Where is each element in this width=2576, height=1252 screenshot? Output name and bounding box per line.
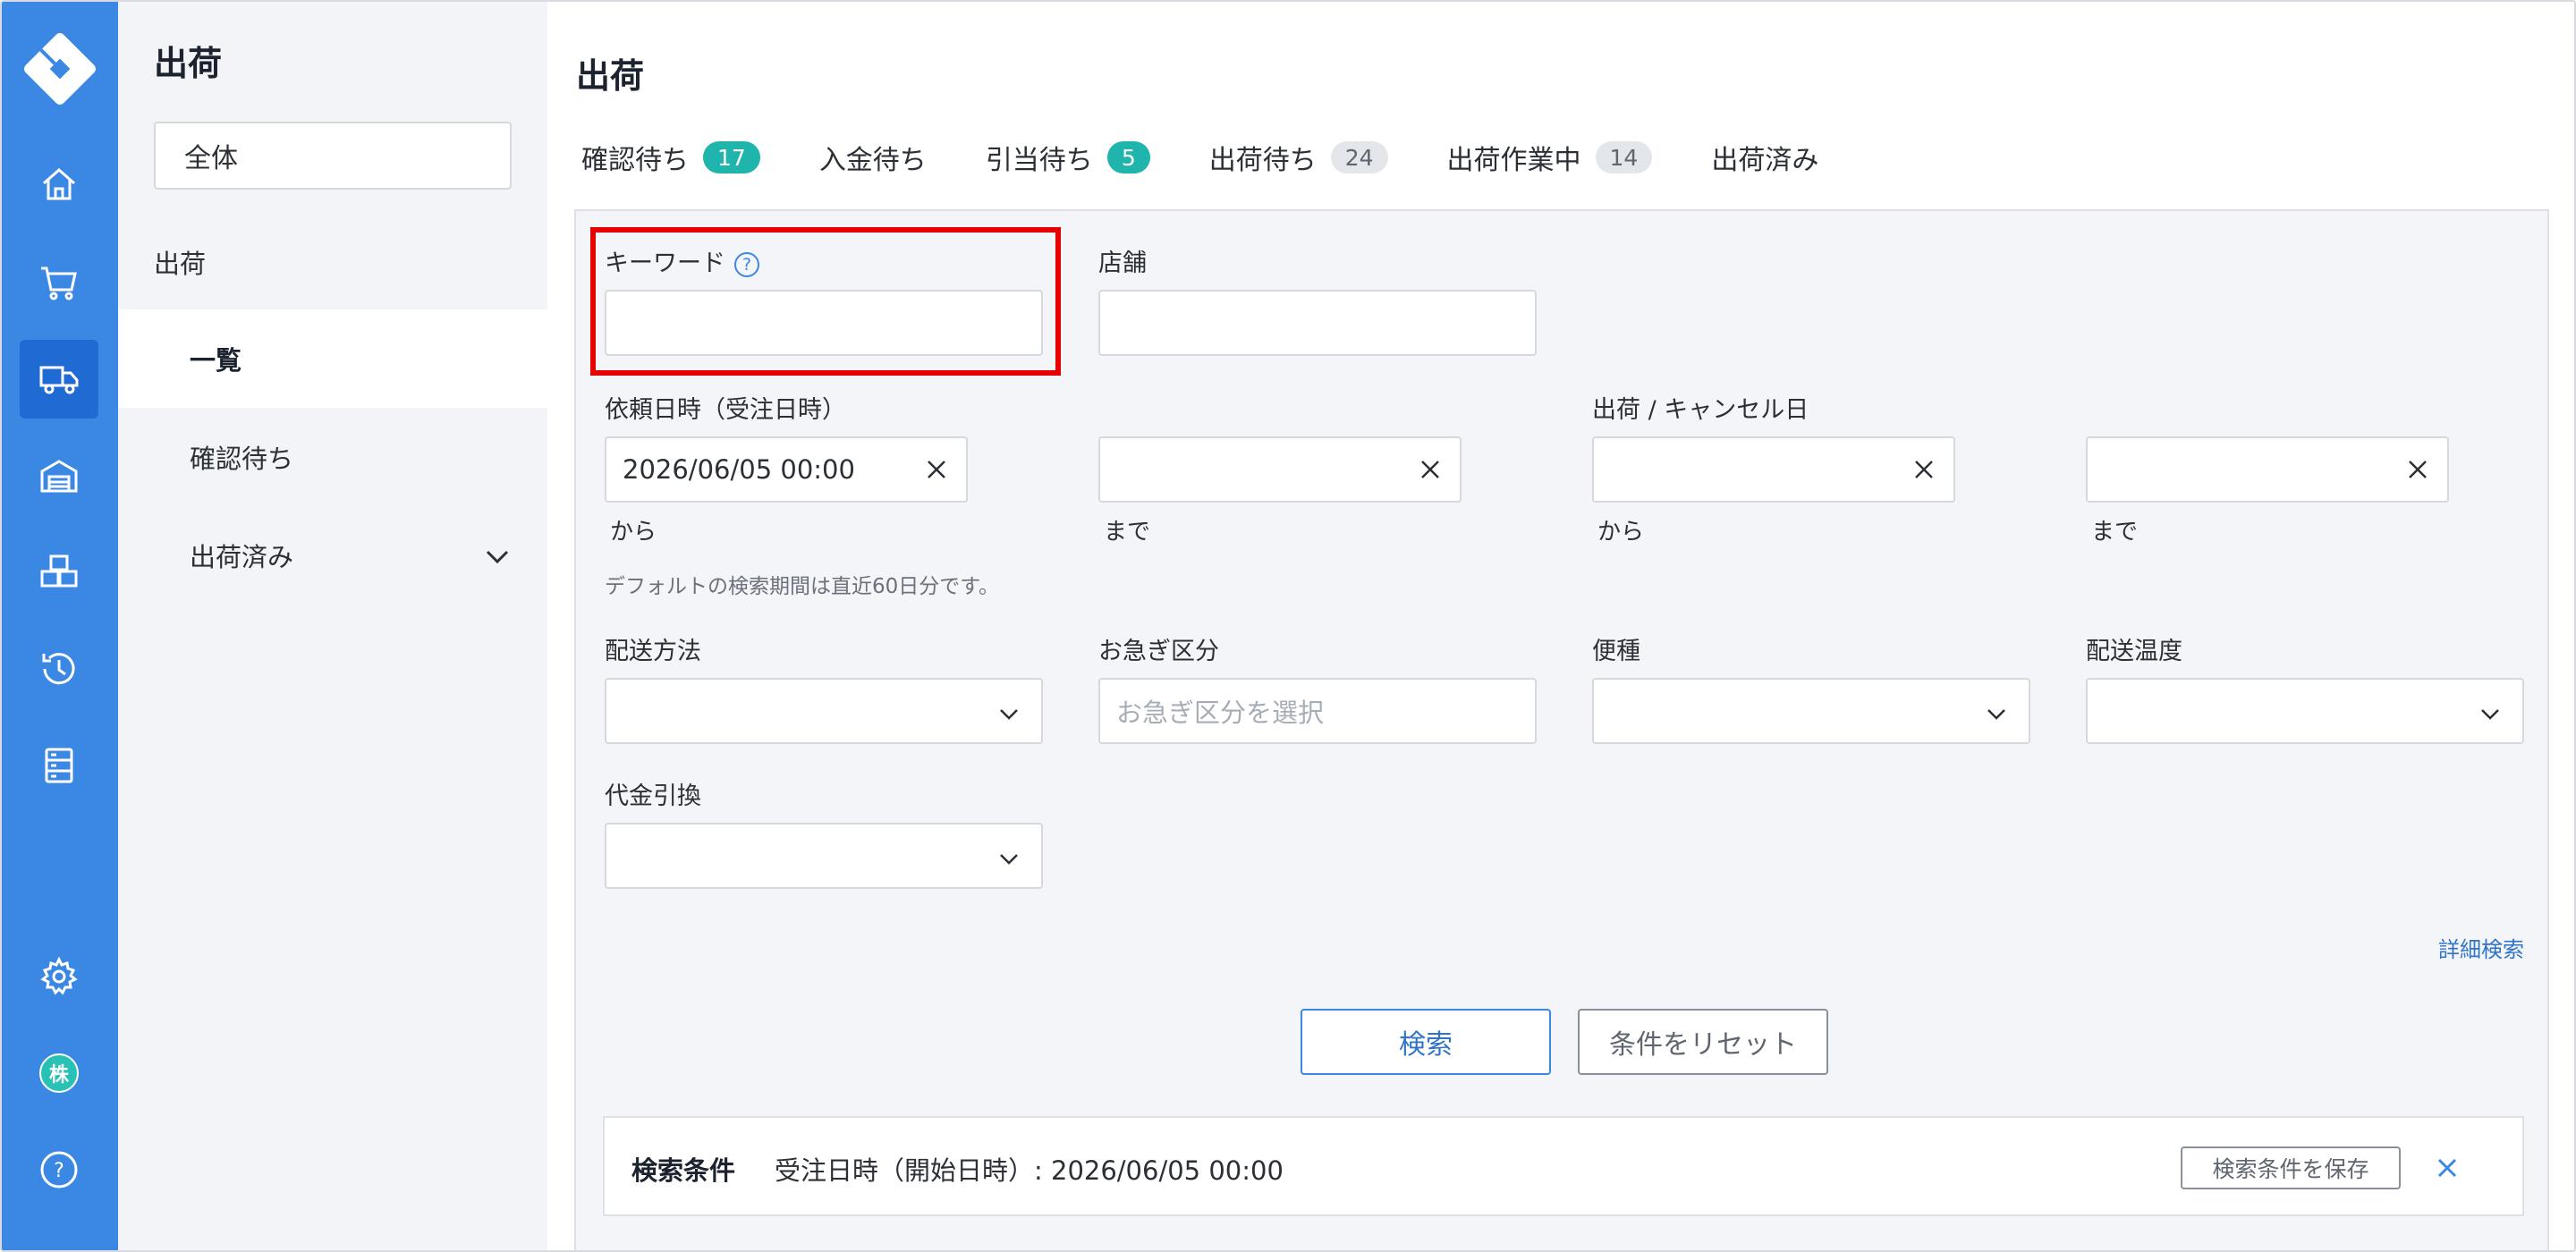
subnav-section-label: 出荷 (154, 249, 207, 279)
settings-nav-button[interactable] (20, 937, 98, 1016)
cod-label: 代金引換 (605, 782, 701, 810)
shipping-subnav: 出荷 全体 出荷 一覧 確認待ち 出荷済み (118, 2, 547, 1250)
server-icon (45, 748, 73, 783)
tab-awaiting-allocation[interactable]: 引当待ち 5 (986, 138, 1150, 177)
chevron-down-icon (1987, 709, 2005, 720)
subnav-title: 出荷 (154, 44, 223, 83)
scope-select[interactable]: 全体 (154, 122, 512, 190)
temperature-select[interactable] (2086, 678, 2524, 744)
subnav-item-shipped[interactable]: 出荷済み (118, 506, 547, 605)
search-conditions-bar: 検索条件 受注日時（開始日時）: 2026/06/05 00:00 検索条件を保… (603, 1116, 2524, 1216)
cart-icon (41, 266, 77, 300)
tab-label: 入金待ち (818, 145, 927, 176)
subnav-item-list[interactable]: 一覧 (118, 309, 547, 408)
avatar-icon: 株 (39, 1053, 79, 1093)
flight-type-label: 便種 (1592, 638, 1640, 665)
status-tabs: 確認待ち 17 入金待ち 引当待ち 5 出荷待ち 24 出荷作業中 14 出荷済… (581, 138, 1877, 177)
home-nav-button[interactable] (20, 145, 98, 224)
store-label: 店舗 (1098, 250, 1147, 277)
subnav-item-label: 確認待ち (190, 444, 294, 474)
ship-date-from-input[interactable] (1592, 436, 1955, 503)
logo-icon[interactable] (21, 30, 98, 107)
from-label: から (610, 519, 657, 546)
request-date-from-input[interactable]: 2026/06/05 00:00 (605, 436, 968, 503)
tab-awaiting-shipment[interactable]: 出荷待ち 24 (1209, 138, 1388, 177)
store-input[interactable] (1098, 290, 1537, 356)
to-label: まで (1104, 519, 1151, 546)
request-date-label: 依頼日時（受注日時） (605, 396, 846, 424)
gear-icon (40, 956, 78, 995)
icon-rail: 株 ? (2, 2, 118, 1250)
chevron-down-icon (2481, 709, 2499, 720)
tab-label: 出荷済み (1711, 145, 1819, 176)
main-content: 出荷 確認待ち 17 入金待ち 引当待ち 5 出荷待ち 24 出荷作業中 14 (547, 2, 2574, 1250)
truck-icon (39, 366, 79, 394)
tab-label: 出荷作業中 (1446, 145, 1581, 176)
warehouse-icon (40, 460, 78, 493)
urgency-label: お急ぎ区分 (1098, 638, 1219, 665)
history-nav-button[interactable] (20, 630, 98, 708)
clear-icon[interactable] (1419, 458, 1442, 481)
data-nav-button[interactable] (20, 726, 98, 805)
clear-icon[interactable] (925, 458, 948, 481)
subnav-item-label: 出荷済み (190, 542, 294, 572)
svg-text:?: ? (54, 1160, 64, 1182)
question-icon[interactable]: ? (734, 251, 759, 277)
tab-label: 確認待ち (581, 145, 689, 176)
tab-shipping-in-progress[interactable]: 出荷作業中 14 (1447, 138, 1653, 177)
conditions-title: 検索条件 (631, 1155, 736, 1186)
tab-shipped[interactable]: 出荷済み (1711, 138, 1818, 177)
help-nav-button[interactable]: ? (20, 1130, 98, 1209)
temperature-label: 配送温度 (2086, 638, 2182, 665)
chevron-down-icon (1000, 709, 1018, 720)
count-badge: 24 (1330, 141, 1388, 173)
delivery-method-label: 配送方法 (605, 638, 701, 665)
ship-date-to-input[interactable] (2086, 436, 2449, 503)
from-label: から (1597, 519, 1645, 546)
page-title: 出荷 (576, 56, 645, 96)
tab-label: 引当待ち (985, 145, 1093, 176)
close-icon[interactable] (2435, 1155, 2460, 1180)
inventory-nav-button[interactable] (20, 533, 98, 612)
keyword-label: キーワード? (605, 243, 759, 278)
default-period-hint: デフォルトの検索期間は直近60日分です。 (605, 575, 999, 598)
count-badge: 5 (1106, 141, 1150, 173)
tab-awaiting-payment[interactable]: 入金待ち (819, 138, 927, 177)
save-conditions-button[interactable]: 検索条件を保存 (2181, 1146, 2401, 1189)
history-icon (42, 653, 75, 685)
chevron-down-icon[interactable] (483, 542, 512, 571)
boxes-icon (40, 554, 78, 588)
warehouse-nav-button[interactable] (20, 436, 98, 515)
help-icon: ? (40, 1151, 78, 1189)
clear-icon[interactable] (1912, 458, 1936, 481)
to-label: まで (2091, 519, 2139, 546)
reset-button[interactable]: 条件をリセット (1578, 1009, 1828, 1075)
urgency-select[interactable]: お急ぎ区分を選択 (1098, 678, 1537, 744)
search-button[interactable]: 検索 (1301, 1009, 1551, 1075)
chevron-down-icon (1000, 854, 1018, 865)
count-badge: 17 (703, 141, 760, 173)
subnav-item-awaiting-confirmation[interactable]: 確認待ち (118, 408, 547, 506)
tab-awaiting-confirmation[interactable]: 確認待ち 17 (581, 138, 760, 177)
request-date-to-input[interactable] (1098, 436, 1462, 503)
ship-date-label: 出荷 / キャンセル日 (1592, 396, 1809, 424)
shipping-nav-button[interactable] (20, 340, 98, 419)
delivery-method-select[interactable] (605, 678, 1043, 744)
app-window: 株 ? 出荷 全体 出荷 一覧 確認待ち 出荷済み 出荷 確認待ち 17 入金待… (0, 0, 2576, 1252)
count-badge: 14 (1595, 141, 1653, 173)
conditions-text: 受注日時（開始日時）: 2026/06/05 00:00 (775, 1155, 1284, 1186)
subnav-item-label: 一覧 (190, 345, 242, 376)
keyword-input[interactable] (605, 290, 1043, 356)
advanced-search-link[interactable]: 詳細検索 (2438, 932, 2524, 963)
cod-select[interactable] (605, 823, 1043, 889)
orders-nav-button[interactable] (20, 243, 98, 322)
home-icon (43, 167, 75, 200)
tab-label: 出荷待ち (1208, 145, 1317, 176)
clear-icon[interactable] (2406, 458, 2429, 481)
account-nav-button[interactable]: 株 (20, 1034, 98, 1112)
search-panel: キーワード? 店舗 依頼日時（受注日時） 2026/06/05 00:00 から… (574, 209, 2549, 1250)
flight-type-select[interactable] (1592, 678, 2030, 744)
